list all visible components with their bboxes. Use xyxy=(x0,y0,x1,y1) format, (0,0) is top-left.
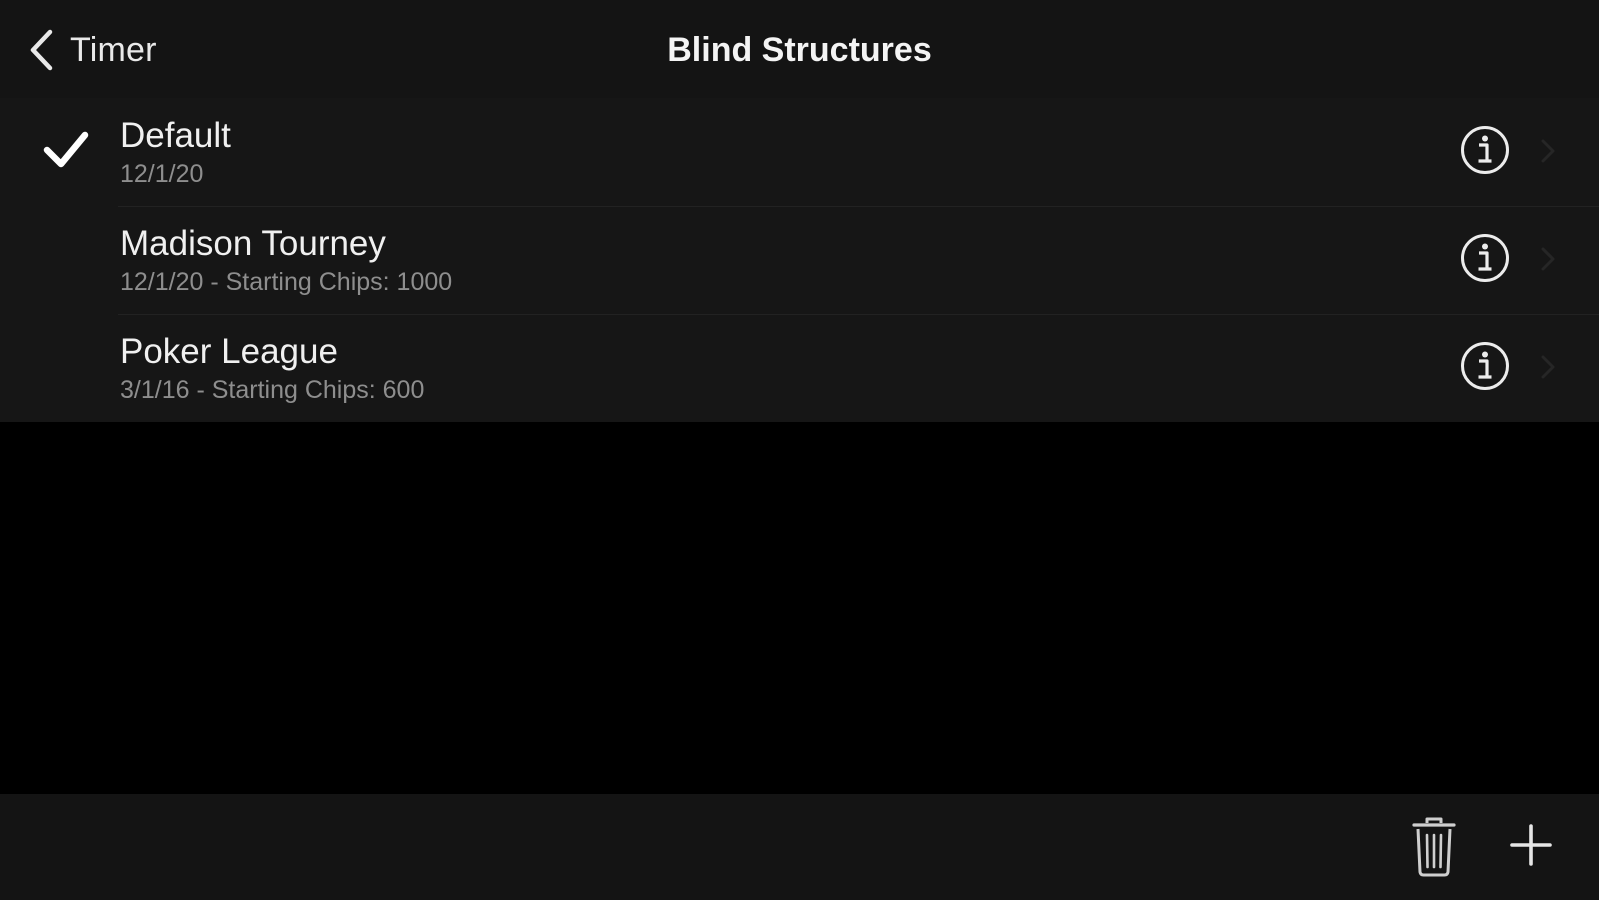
list-item-subtitle: 12/1/20 xyxy=(120,160,204,188)
chevron-right-icon xyxy=(1541,247,1555,271)
checkmark-icon xyxy=(43,131,89,168)
list-item-title: Default xyxy=(120,116,231,155)
list-item-default[interactable]: Default 12/1/20 xyxy=(0,98,1599,206)
chevron-right-icon xyxy=(1541,139,1555,163)
info-icon[interactable] xyxy=(1459,124,1511,176)
trash-icon[interactable] xyxy=(1410,814,1458,878)
blind-structures-list: Default 12/1/20 Madison Tourney 12/1/20 … xyxy=(0,98,1599,422)
navigation-bar: Timer Blind Structures xyxy=(0,0,1599,98)
blind-structures-screen: Timer Blind Structures Default 12/1/20 M… xyxy=(0,0,1599,900)
chevron-right-icon xyxy=(1541,355,1555,379)
list-item-poker-league[interactable]: Poker League 3/1/16 - Starting Chips: 60… xyxy=(0,314,1599,422)
bottom-toolbar xyxy=(0,794,1599,900)
info-icon[interactable] xyxy=(1459,340,1511,392)
list-item-title: Poker League xyxy=(120,332,338,371)
info-icon[interactable] xyxy=(1459,232,1511,284)
list-item-subtitle: 12/1/20 - Starting Chips: 1000 xyxy=(120,268,453,296)
list-item-subtitle: 3/1/16 - Starting Chips: 600 xyxy=(120,376,425,404)
plus-icon[interactable] xyxy=(1508,822,1554,868)
list-item-title: Madison Tourney xyxy=(120,224,386,263)
page-title: Blind Structures xyxy=(667,31,932,69)
list-item-madison-tourney[interactable]: Madison Tourney 12/1/20 - Starting Chips… xyxy=(0,206,1599,314)
